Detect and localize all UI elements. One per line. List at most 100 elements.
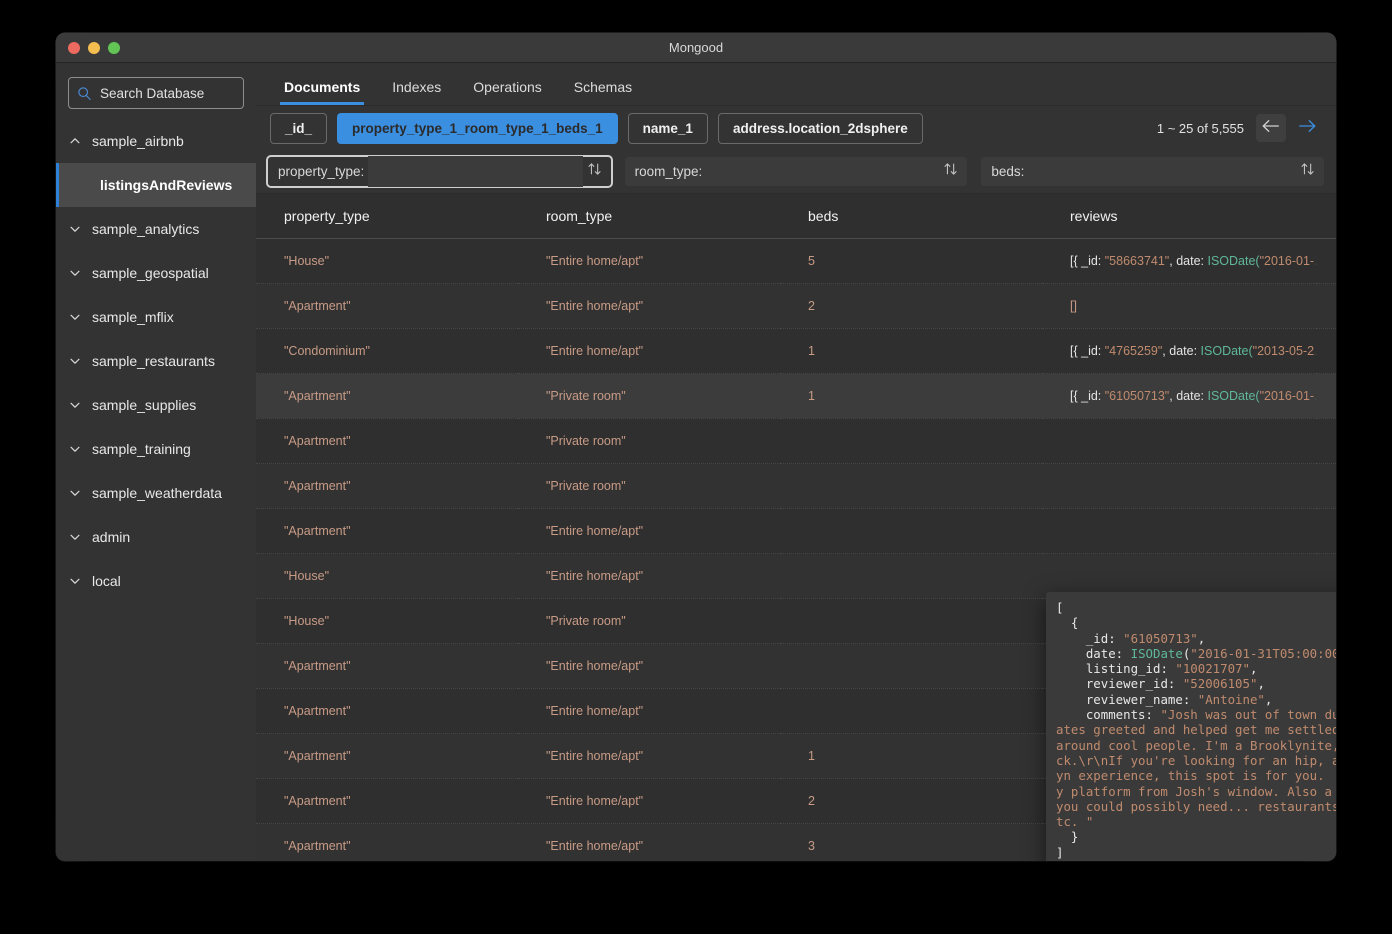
filter-property_type[interactable]: property_type: <box>268 157 611 186</box>
cell-property_type[interactable]: "Apartment" <box>256 778 518 823</box>
sidebar-item-sample_training[interactable]: sample_training <box>56 427 256 471</box>
cell-beds[interactable] <box>780 463 1042 508</box>
cell-property_type[interactable]: "House" <box>256 553 518 598</box>
cell-beds[interactable]: 1 <box>780 373 1042 418</box>
search-database-input[interactable] <box>100 86 235 101</box>
index-chip-name_1[interactable]: name_1 <box>628 113 708 144</box>
cell-room_type[interactable]: "Entire home/apt" <box>518 328 780 373</box>
sidebar-item-sample_weatherdata[interactable]: sample_weatherdata <box>56 471 256 515</box>
cell-review_scores[interactable]: { <box>1316 508 1336 553</box>
table-row[interactable]: "House""Entire home/apt"5[{ _id: "586637… <box>256 238 1336 283</box>
cell-beds[interactable] <box>780 418 1042 463</box>
cell-review_scores[interactable]: {} <box>1316 283 1336 328</box>
cell-room_type[interactable]: "Entire home/apt" <box>518 553 780 598</box>
cell-reviews[interactable] <box>1042 508 1316 553</box>
cell-property_type[interactable]: "Apartment" <box>256 373 518 418</box>
column-header-review-scores[interactable]: re <box>1316 194 1336 239</box>
cell-room_type[interactable]: "Entire home/apt" <box>518 283 780 328</box>
cell-property_type[interactable]: "Apartment" <box>256 418 518 463</box>
table-row[interactable]: "Apartment""Private room"1[{ _id: "61050… <box>256 373 1336 418</box>
index-chip-address.location_2dsphere[interactable]: address.location_2dsphere <box>718 113 923 144</box>
column-header-room_type[interactable]: room_type <box>518 194 780 239</box>
tab-schemas[interactable]: Schemas <box>560 79 646 105</box>
sidebar-item-admin[interactable]: admin <box>56 515 256 559</box>
cell-property_type[interactable]: "Apartment" <box>256 643 518 688</box>
cell-beds[interactable]: 2 <box>780 778 1042 823</box>
cell-room_type[interactable]: "Private room" <box>518 598 780 643</box>
cell-room_type[interactable]: "Entire home/apt" <box>518 823 780 861</box>
sidebar-item-sample_supplies[interactable]: sample_supplies <box>56 383 256 427</box>
filter-beds-input[interactable] <box>1028 156 1296 187</box>
cell-beds[interactable]: 3 <box>780 823 1042 861</box>
cell-beds[interactable] <box>780 508 1042 553</box>
cell-reviews[interactable] <box>1042 463 1316 508</box>
cell-reviews[interactable]: [{ _id: "58663741", date: ISODate("2016-… <box>1042 238 1316 283</box>
cell-room_type[interactable]: "Private room" <box>518 373 780 418</box>
sort-updown-icon[interactable] <box>587 161 603 182</box>
table-row[interactable]: "Apartment""Entire home/apt" { <box>256 508 1336 553</box>
cell-review_scores[interactable]: { <box>1316 418 1336 463</box>
cell-room_type[interactable]: "Private room" <box>518 463 780 508</box>
table-row[interactable]: "Condominium""Entire home/apt"1[{ _id: "… <box>256 328 1336 373</box>
cell-beds[interactable]: 5 <box>780 238 1042 283</box>
column-header-beds[interactable]: beds <box>780 194 1042 239</box>
filter-room_type-input[interactable] <box>706 156 939 187</box>
filter-property_type-input[interactable] <box>368 156 582 187</box>
tab-documents[interactable]: Documents <box>270 79 374 105</box>
cell-property_type[interactable]: "House" <box>256 598 518 643</box>
cell-room_type[interactable]: "Entire home/apt" <box>518 238 780 283</box>
cell-room_type[interactable]: "Entire home/apt" <box>518 778 780 823</box>
window-titlebar[interactable]: Mongood <box>56 33 1336 63</box>
sidebar-item-sample_mflix[interactable]: sample_mflix <box>56 295 256 339</box>
cell-review_scores[interactable]: { <box>1316 373 1336 418</box>
filter-beds[interactable]: beds: <box>981 157 1324 186</box>
cell-room_type[interactable]: "Entire home/apt" <box>518 688 780 733</box>
cell-property_type[interactable]: "Apartment" <box>256 463 518 508</box>
table-row[interactable]: "Apartment""Entire home/apt"2[]{} <box>256 283 1336 328</box>
table-row[interactable]: "Apartment""Private room" { <box>256 463 1336 508</box>
tab-indexes[interactable]: Indexes <box>378 79 455 105</box>
filter-room_type[interactable]: room_type: <box>625 157 968 186</box>
cell-room_type[interactable]: "Entire home/apt" <box>518 508 780 553</box>
cell-room_type[interactable]: "Private room" <box>518 418 780 463</box>
cell-property_type[interactable]: "Apartment" <box>256 688 518 733</box>
cell-beds[interactable] <box>780 598 1042 643</box>
sidebar-item-sample_analytics[interactable]: sample_analytics <box>56 207 256 251</box>
cell-beds[interactable] <box>780 553 1042 598</box>
documents-table-wrap[interactable]: property_type room_type beds reviews re … <box>256 194 1336 861</box>
cell-property_type[interactable]: "Apartment" <box>256 283 518 328</box>
cell-beds[interactable] <box>780 643 1042 688</box>
search-database-box[interactable] <box>68 77 244 109</box>
pagination-next-button[interactable] <box>1292 114 1322 142</box>
table-row[interactable]: "Apartment""Private room" { <box>256 418 1336 463</box>
cell-property_type[interactable]: "Apartment" <box>256 823 518 861</box>
column-header-property_type[interactable]: property_type <box>256 194 518 239</box>
close-button[interactable] <box>68 42 80 54</box>
pagination-prev-button[interactable] <box>1256 114 1286 142</box>
cell-review_scores[interactable]: { <box>1316 328 1336 373</box>
sidebar-collection-listingsAndReviews[interactable]: listingsAndReviews <box>56 163 256 207</box>
cell-beds[interactable]: 1 <box>780 328 1042 373</box>
index-chip-_id_[interactable]: _id_ <box>270 113 327 144</box>
cell-property_type[interactable]: "Condominium" <box>256 328 518 373</box>
column-header-reviews[interactable]: reviews <box>1042 194 1316 239</box>
sidebar-item-local[interactable]: local <box>56 559 256 603</box>
cell-beds[interactable]: 1 <box>780 733 1042 778</box>
cell-reviews[interactable] <box>1042 418 1316 463</box>
cell-room_type[interactable]: "Entire home/apt" <box>518 733 780 778</box>
cell-room_type[interactable]: "Entire home/apt" <box>518 643 780 688</box>
sidebar-item-sample_airbnb[interactable]: sample_airbnb <box>56 119 256 163</box>
minimize-button[interactable] <box>88 42 100 54</box>
cell-review_scores[interactable]: { <box>1316 463 1336 508</box>
cell-property_type[interactable]: "Apartment" <box>256 733 518 778</box>
maximize-button[interactable] <box>108 42 120 54</box>
cell-property_type[interactable]: "Apartment" <box>256 508 518 553</box>
cell-review_scores[interactable]: { <box>1316 238 1336 283</box>
sidebar-item-sample_restaurants[interactable]: sample_restaurants <box>56 339 256 383</box>
sort-updown-icon[interactable] <box>943 161 959 182</box>
cell-beds[interactable] <box>780 688 1042 733</box>
index-chip-property_type_1_room_type_1_beds_1[interactable]: property_type_1_room_type_1_beds_1 <box>337 113 618 144</box>
cell-reviews[interactable]: [] <box>1042 283 1316 328</box>
cell-property_type[interactable]: "House" <box>256 238 518 283</box>
sidebar-item-sample_geospatial[interactable]: sample_geospatial <box>56 251 256 295</box>
